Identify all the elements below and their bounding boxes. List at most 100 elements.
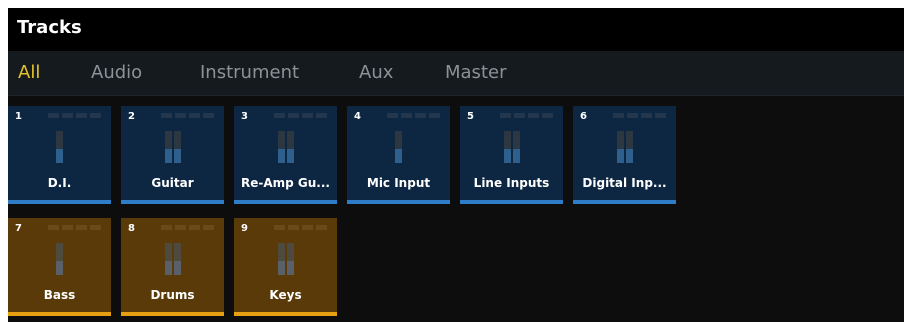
track-color-bar bbox=[234, 200, 337, 204]
meter-channel bbox=[174, 131, 181, 163]
track-led bbox=[274, 113, 285, 118]
meter-fill bbox=[56, 261, 63, 275]
title-bar: Tracks bbox=[8, 8, 904, 51]
track-grid: 1 D.I. 2 Guitar 3 Re-Amp Gu... 4 Mic Input 5 Line… bbox=[8, 96, 904, 322]
track-tile[interactable]: 8 Drums bbox=[121, 218, 224, 316]
level-meter bbox=[165, 131, 181, 163]
track-name: Re-Amp Gu... bbox=[241, 176, 330, 190]
track-led bbox=[641, 113, 652, 118]
track-number: 3 bbox=[241, 111, 248, 122]
track-led-strip bbox=[161, 225, 217, 231]
meter-channel bbox=[287, 131, 294, 163]
track-led-strip bbox=[274, 113, 330, 119]
track-led bbox=[203, 113, 214, 118]
meter-fill bbox=[165, 149, 172, 163]
track-tile[interactable]: 3 Re-Amp Gu... bbox=[234, 106, 337, 204]
track-led bbox=[288, 225, 299, 230]
track-led bbox=[655, 113, 666, 118]
track-led bbox=[189, 113, 200, 118]
track-led bbox=[48, 113, 59, 118]
track-number: 2 bbox=[128, 111, 135, 122]
track-color-bar bbox=[347, 200, 450, 204]
track-led bbox=[500, 113, 511, 118]
track-name: Guitar bbox=[151, 176, 194, 190]
track-tile[interactable]: 5 Line Inputs bbox=[460, 106, 563, 204]
meter-channel bbox=[395, 131, 402, 163]
track-led bbox=[528, 113, 539, 118]
meter-fill bbox=[513, 149, 520, 163]
meter-fill bbox=[278, 261, 285, 275]
track-led bbox=[62, 225, 73, 230]
track-tile[interactable]: 6 Digital Inp... bbox=[573, 106, 676, 204]
level-meter bbox=[278, 131, 294, 163]
track-led bbox=[203, 225, 214, 230]
meter-fill bbox=[617, 149, 624, 163]
track-name: Digital Inp... bbox=[582, 176, 667, 190]
meter-channel bbox=[287, 243, 294, 275]
track-name: D.I. bbox=[47, 176, 72, 190]
track-name: Bass bbox=[43, 288, 76, 302]
track-led bbox=[48, 225, 59, 230]
track-led bbox=[302, 225, 313, 230]
track-led bbox=[514, 113, 525, 118]
meter-channel bbox=[174, 243, 181, 275]
track-tile[interactable]: 9 Keys bbox=[234, 218, 337, 316]
track-tile[interactable]: 2 Guitar bbox=[121, 106, 224, 204]
track-number: 5 bbox=[467, 111, 474, 122]
meter-fill bbox=[504, 149, 511, 163]
meter-fill bbox=[174, 261, 181, 275]
level-meter bbox=[278, 243, 294, 275]
track-led bbox=[161, 225, 172, 230]
track-tile[interactable]: 4 Mic Input bbox=[347, 106, 450, 204]
track-led bbox=[627, 113, 638, 118]
track-color-bar bbox=[8, 200, 111, 204]
track-tile[interactable]: 7 Bass bbox=[8, 218, 111, 316]
track-number: 6 bbox=[580, 111, 587, 122]
track-led bbox=[76, 225, 87, 230]
track-led-strip bbox=[161, 113, 217, 119]
track-color-bar bbox=[8, 312, 111, 316]
meter-channel bbox=[56, 243, 63, 275]
track-led bbox=[415, 113, 426, 118]
track-led-strip bbox=[48, 225, 104, 231]
tab-audio[interactable]: Audio bbox=[91, 62, 142, 83]
track-led bbox=[175, 225, 186, 230]
track-tile[interactable]: 1 D.I. bbox=[8, 106, 111, 204]
track-led-strip bbox=[500, 113, 556, 119]
tab-instrument[interactable]: Instrument bbox=[200, 62, 299, 83]
track-led bbox=[429, 113, 440, 118]
track-led bbox=[62, 113, 73, 118]
level-meter bbox=[617, 131, 633, 163]
track-color-bar bbox=[573, 200, 676, 204]
filter-tab-bar: All Audio Instrument Aux Master bbox=[8, 51, 904, 96]
track-led bbox=[274, 225, 285, 230]
tab-all[interactable]: All bbox=[18, 62, 40, 83]
track-led-strip bbox=[613, 113, 669, 119]
track-name: Drums bbox=[150, 288, 195, 302]
track-led bbox=[387, 113, 398, 118]
track-name: Keys bbox=[269, 288, 302, 302]
tab-aux[interactable]: Aux bbox=[359, 62, 393, 83]
meter-fill bbox=[174, 149, 181, 163]
meter-channel bbox=[617, 131, 624, 163]
track-name: Mic Input bbox=[366, 176, 431, 190]
meter-channel bbox=[504, 131, 511, 163]
track-color-bar bbox=[460, 200, 563, 204]
meter-fill bbox=[626, 149, 633, 163]
meter-channel bbox=[278, 243, 285, 275]
track-number: 4 bbox=[354, 111, 361, 122]
track-led bbox=[542, 113, 553, 118]
meter-fill bbox=[278, 149, 285, 163]
track-color-bar bbox=[121, 312, 224, 316]
meter-channel bbox=[626, 131, 633, 163]
track-led bbox=[189, 225, 200, 230]
panel-title: Tracks bbox=[17, 17, 82, 38]
level-meter bbox=[165, 243, 181, 275]
track-led bbox=[76, 113, 87, 118]
meter-fill bbox=[56, 149, 63, 163]
level-meter bbox=[395, 131, 402, 163]
track-led bbox=[90, 225, 101, 230]
tab-master[interactable]: Master bbox=[445, 62, 506, 83]
level-meter bbox=[504, 131, 520, 163]
track-number: 8 bbox=[128, 223, 135, 234]
